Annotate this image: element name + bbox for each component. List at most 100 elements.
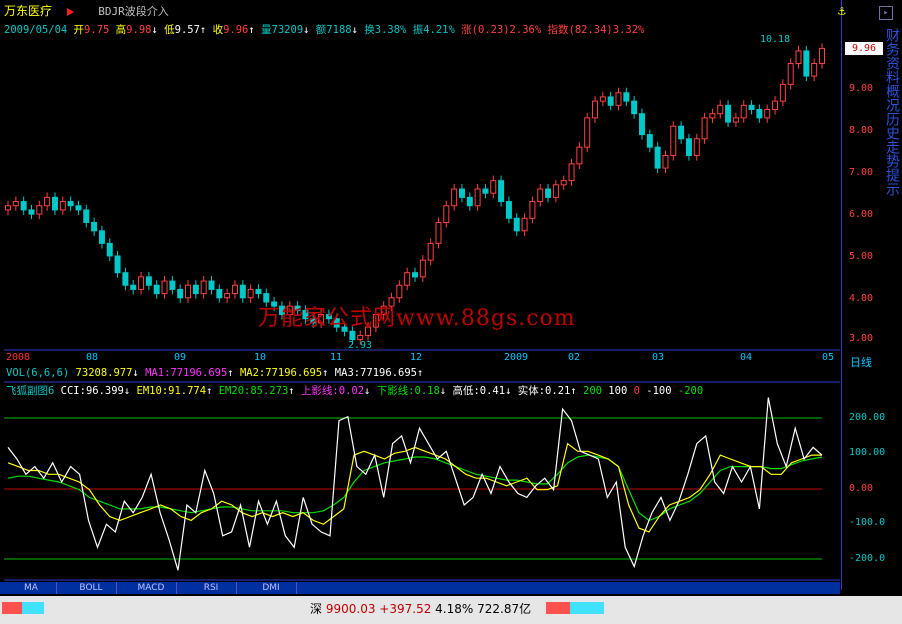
candle[interactable] xyxy=(787,58,794,90)
candle[interactable] xyxy=(153,280,160,299)
tab-dmi[interactable]: DMI xyxy=(246,582,297,594)
candle[interactable] xyxy=(678,121,685,144)
candle[interactable] xyxy=(513,213,520,236)
candle[interactable] xyxy=(756,104,763,123)
candle[interactable] xyxy=(255,284,262,299)
candle[interactable] xyxy=(185,280,192,303)
candle[interactable] xyxy=(803,45,810,82)
candlestick-chart[interactable]: 10.18 2.93 xyxy=(0,0,840,590)
tab-ma[interactable]: MA xyxy=(6,582,57,594)
candle[interactable] xyxy=(568,158,575,186)
candle[interactable] xyxy=(490,175,497,199)
candle[interactable] xyxy=(646,129,653,153)
candle[interactable] xyxy=(114,250,121,278)
period-label[interactable]: 日线 xyxy=(850,354,872,370)
candle[interactable] xyxy=(51,192,58,215)
candle[interactable] xyxy=(216,284,223,303)
candle[interactable] xyxy=(631,96,638,119)
candle[interactable] xyxy=(145,271,152,291)
candle[interactable] xyxy=(192,280,199,299)
candle[interactable] xyxy=(239,280,246,303)
candle[interactable] xyxy=(584,112,591,153)
candle[interactable] xyxy=(83,204,90,228)
candle[interactable] xyxy=(177,284,184,303)
volume-title[interactable]: VOL(6,6,6) xyxy=(6,367,69,379)
candle[interactable] xyxy=(560,175,567,190)
candle[interactable] xyxy=(537,183,544,207)
candle[interactable] xyxy=(498,175,505,207)
candle[interactable] xyxy=(654,142,661,174)
candle[interactable] xyxy=(466,192,473,211)
candle[interactable] xyxy=(811,58,818,82)
candle[interactable] xyxy=(607,91,614,111)
candle[interactable] xyxy=(200,276,207,299)
candle[interactable] xyxy=(552,179,559,203)
candle[interactable] xyxy=(638,108,645,140)
candle[interactable] xyxy=(576,142,583,169)
candle[interactable] xyxy=(764,104,771,123)
candle[interactable] xyxy=(59,196,66,215)
candle[interactable] xyxy=(740,100,747,123)
candle[interactable] xyxy=(435,217,442,249)
candle[interactable] xyxy=(701,112,708,144)
candle[interactable] xyxy=(693,133,700,161)
tab-rsi[interactable]: RSI xyxy=(186,582,237,594)
candle[interactable] xyxy=(419,255,426,282)
candle[interactable] xyxy=(138,271,145,295)
candle[interactable] xyxy=(404,267,411,291)
candle[interactable] xyxy=(748,100,755,115)
candle-body xyxy=(505,201,512,219)
candle[interactable] xyxy=(12,196,19,211)
candle[interactable] xyxy=(122,267,129,291)
candle[interactable] xyxy=(247,284,254,303)
side-toolbar-strip[interactable]: 财务资料概况历史走势提示 xyxy=(884,28,900,338)
candle[interactable] xyxy=(795,45,802,69)
candle[interactable] xyxy=(521,213,528,236)
candle[interactable] xyxy=(670,121,677,161)
candle[interactable] xyxy=(161,276,168,299)
tab-boll[interactable]: BOLL xyxy=(66,582,117,594)
candle[interactable] xyxy=(169,276,176,295)
candle[interactable] xyxy=(5,200,11,215)
candle[interactable] xyxy=(819,43,825,69)
candle[interactable] xyxy=(725,100,732,128)
candle[interactable] xyxy=(36,200,43,220)
candle[interactable] xyxy=(772,96,779,115)
candle[interactable] xyxy=(482,183,489,199)
candle[interactable] xyxy=(458,183,465,203)
candle[interactable] xyxy=(44,192,51,211)
indicator-title[interactable]: 飞狐副图6 xyxy=(6,385,54,397)
candle[interactable] xyxy=(231,280,238,299)
candle[interactable] xyxy=(224,288,231,303)
candle[interactable] xyxy=(474,183,481,211)
candle[interactable] xyxy=(208,276,215,295)
candle[interactable] xyxy=(20,196,27,215)
candle[interactable] xyxy=(685,133,692,161)
candle[interactable] xyxy=(717,100,724,119)
candle[interactable] xyxy=(443,200,450,228)
candle[interactable] xyxy=(75,200,82,215)
candle[interactable] xyxy=(412,267,418,282)
candle-body xyxy=(357,334,364,341)
candle[interactable] xyxy=(98,225,105,249)
candle[interactable] xyxy=(615,87,622,111)
candle[interactable] xyxy=(91,217,98,236)
candle[interactable] xyxy=(451,183,458,211)
candle[interactable] xyxy=(732,112,739,128)
candle[interactable] xyxy=(106,238,113,261)
candle[interactable] xyxy=(67,196,74,211)
candle[interactable] xyxy=(529,196,536,224)
candle[interactable] xyxy=(505,196,512,224)
candle[interactable] xyxy=(779,79,786,107)
candle[interactable] xyxy=(662,150,669,174)
candle[interactable] xyxy=(592,96,599,123)
panel-toggle-button[interactable]: ▸ xyxy=(879,6,893,20)
candle[interactable] xyxy=(623,87,630,107)
tab-macd[interactable]: MACD xyxy=(126,582,177,594)
candle[interactable] xyxy=(709,108,716,123)
candle[interactable] xyxy=(545,183,552,203)
candle[interactable] xyxy=(427,238,434,266)
candle[interactable] xyxy=(599,91,606,107)
candle[interactable] xyxy=(28,204,35,220)
candle[interactable] xyxy=(130,280,137,295)
